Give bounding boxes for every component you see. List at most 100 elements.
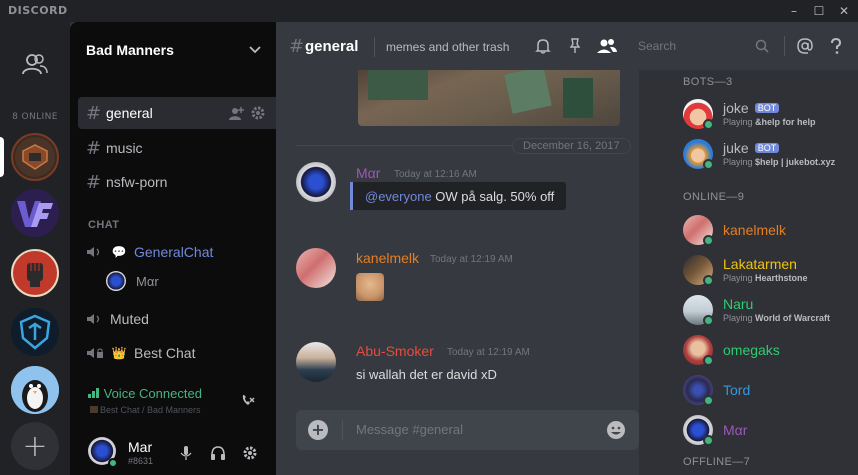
message-author[interactable]: Mαr	[356, 165, 380, 181]
member-joke[interactable]: joke BOT Playing &help for help	[683, 96, 858, 132]
discord-app: DISCORD – ☐ ✕ 8 ONLINE + Bad Manners # g…	[0, 0, 858, 475]
server-logo-icon	[11, 189, 59, 237]
member-name: Naru	[723, 296, 754, 312]
member-kanelmelk[interactable]: kanelmelk	[683, 212, 858, 248]
voice-channel-best-chat[interactable]: 👑 Best Chat	[86, 339, 272, 367]
chevron-down-icon[interactable]	[248, 42, 262, 56]
members-icon[interactable]	[596, 37, 618, 55]
crown-icon: 👑	[111, 346, 127, 360]
server-emblem-icon	[15, 137, 55, 177]
online-status-dot	[703, 435, 714, 446]
settings-gear-icon[interactable]	[250, 105, 266, 121]
channel-music[interactable]: # music	[78, 132, 276, 164]
user-tag: #8631	[128, 456, 154, 466]
speaker-icon	[87, 247, 100, 257]
online-status-dot	[703, 315, 714, 326]
mention-everyone[interactable]: @everyone	[365, 189, 432, 204]
message-composer[interactable]: + Message #general	[296, 410, 639, 450]
headphones-icon[interactable]	[210, 445, 226, 461]
online-count: 8 ONLINE	[12, 112, 58, 122]
avatar[interactable]	[296, 342, 336, 382]
online-status-dot	[703, 395, 714, 406]
message-timestamp: Today at 12:16 AM	[394, 169, 477, 180]
member-category-offline: OFFLINE—7	[683, 456, 751, 468]
online-status-dot	[703, 235, 714, 246]
online-status-dot	[108, 458, 118, 468]
app-brand: DISCORD	[8, 4, 68, 17]
server-icon-4[interactable]	[11, 308, 59, 356]
mention-at-icon[interactable]	[796, 37, 814, 55]
server-icon-bad-manners[interactable]	[11, 133, 59, 181]
search-placeholder: Search	[638, 39, 677, 53]
maximize-button[interactable]: ☐	[811, 3, 827, 19]
member-name: omegaks	[723, 342, 780, 358]
member-activity: Playing World of Warcraft	[723, 313, 831, 323]
guild-header[interactable]: Bad Manners	[70, 22, 276, 76]
header-divider	[374, 37, 375, 57]
message-author[interactable]: kanelmelk	[356, 250, 419, 266]
pin-icon[interactable]	[566, 37, 584, 55]
header-divider	[784, 36, 785, 56]
invite-icon[interactable]	[228, 105, 244, 121]
member-name: Lakatarmen	[723, 256, 797, 272]
avatar[interactable]	[296, 162, 336, 202]
member-name: kanelmelk	[723, 222, 787, 238]
member-mar[interactable]: Mαr	[683, 412, 858, 448]
message-timestamp: Today at 12:19 AM	[447, 347, 530, 358]
channel-topic: memes and other trash	[386, 40, 510, 54]
friends-button[interactable]	[15, 44, 55, 84]
member-lakatarmen[interactable]: Lakatarmen Playing Hearthstone	[683, 252, 858, 288]
speech-bubble-icon: 💬	[111, 245, 127, 259]
channel-nsfw-porn[interactable]: # nsfw-porn	[78, 166, 276, 198]
disconnect-phone-icon[interactable]	[240, 392, 256, 408]
minimize-button[interactable]: –	[786, 3, 802, 19]
voice-channel-generalchat[interactable]: 💬 GeneralChat	[86, 238, 272, 266]
server-icon-2[interactable]	[11, 189, 59, 237]
member-juke[interactable]: juke BOT Playing $help | jukebot.xyz	[683, 136, 858, 172]
upload-plus-icon[interactable]: +	[308, 420, 328, 440]
add-server-button[interactable]: +	[11, 422, 59, 470]
voice-channel-label: Muted	[110, 311, 149, 327]
shield-icon	[11, 308, 59, 356]
voice-channel-muted[interactable]: Muted	[86, 305, 272, 333]
user-name: Mar	[128, 439, 153, 455]
server-icon-3[interactable]	[11, 249, 59, 297]
search-icon	[755, 39, 769, 53]
search-input[interactable]: Search	[630, 35, 774, 57]
bot-badge: BOT	[754, 103, 780, 113]
member-naru[interactable]: Naru Playing World of Warcraft	[683, 292, 858, 328]
member-name: Tord	[723, 382, 751, 398]
message-input[interactable]: Message #general	[356, 422, 463, 437]
help-question-icon[interactable]	[827, 37, 845, 55]
channel-label: nsfw-porn	[106, 174, 168, 190]
settings-gear-icon[interactable]	[242, 445, 258, 461]
lock-speaker-icon	[87, 348, 103, 358]
member-list: BOTS—3 joke BOT Playing &help for help ju…	[639, 70, 858, 475]
channel-general[interactable]: # general	[78, 97, 276, 129]
chat-header: # general memes and other trash Search	[276, 22, 858, 70]
embed-image[interactable]	[358, 70, 620, 126]
channel-title: general	[305, 38, 359, 55]
emoji-picker-icon[interactable]	[605, 419, 627, 441]
member-name: Mαr	[723, 422, 748, 438]
microphone-icon[interactable]	[178, 445, 194, 461]
bell-icon[interactable]	[534, 37, 552, 55]
message-author[interactable]: Abu-Smoker	[356, 343, 434, 359]
voice-channel-label: Best Chat	[134, 345, 196, 361]
online-status-dot	[703, 355, 714, 366]
category-chat[interactable]: CHAT	[88, 219, 119, 231]
voice-user-name: Mαr	[136, 273, 159, 289]
server-mini-icon	[90, 406, 98, 413]
member-tord[interactable]: Tord	[683, 372, 858, 408]
avatar[interactable]	[296, 248, 336, 288]
voice-user[interactable]: Mαr	[106, 271, 159, 291]
close-button[interactable]: ✕	[836, 3, 852, 19]
server-icon-5[interactable]	[11, 366, 59, 414]
member-omegaks[interactable]: omegaks	[683, 332, 858, 368]
member-activity: Playing $help | jukebot.xyz	[723, 157, 836, 167]
custom-emoji-image[interactable]	[356, 273, 384, 301]
voice-channel-label: GeneralChat	[134, 244, 214, 260]
guild-name: Bad Manners	[86, 42, 174, 58]
online-status-dot	[703, 159, 714, 170]
server-selected-indicator	[0, 137, 4, 177]
